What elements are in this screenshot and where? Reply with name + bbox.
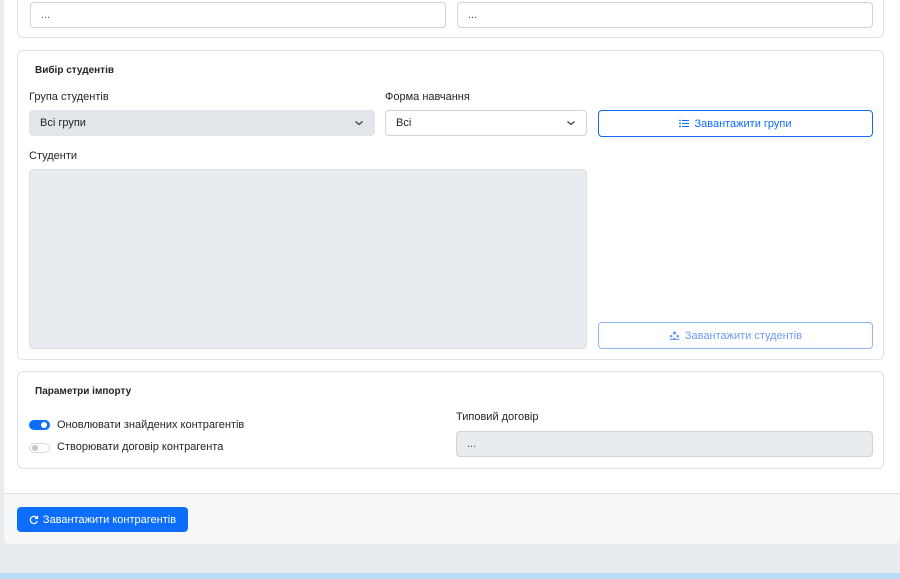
students-selection-section: Вибір студентів Група студентів Всі груп… [17,50,884,360]
standard-contract-field[interactable]: ... [456,431,873,457]
student-group-select[interactable]: Всі групи [29,110,375,136]
students-section-heading: Вибір студентів [35,65,115,76]
student-group-value: Всі групи [40,117,86,129]
import-section-heading: Параметри імпорту [35,386,132,397]
students-listbox[interactable] [29,169,587,349]
standard-contract-label: Типовий договір [456,411,539,423]
study-form-value: Всі [396,117,412,129]
study-form-select[interactable]: Всі [385,110,587,136]
chevron-down-icon [567,121,575,126]
students-label: Студенти [29,150,78,162]
create-contract-label: Створювати договір контрагента [57,441,224,453]
toggle-knob [32,445,38,451]
list-icon [679,119,690,128]
load-contractors-button[interactable]: Завантажити контрагентів [17,507,188,532]
bottom-status-strip [0,573,900,579]
top-section: ... ... [17,0,884,38]
top-left-field[interactable]: ... [30,2,446,28]
import-params-section: Параметри імпорту Оновлювати знайдених к… [17,371,884,469]
toggle-knob [41,422,47,428]
form-footer: Завантажити контрагентів [4,493,900,544]
chevron-down-icon [355,121,363,126]
update-contractors-label: Оновлювати знайдених контрагентів [57,419,245,431]
refresh-icon [29,515,39,524]
study-form-label: Форма навчання [385,91,470,103]
top-right-field[interactable]: ... [457,2,873,28]
update-contractors-toggle[interactable] [29,420,50,430]
load-contractors-label: Завантажити контрагентів [42,513,177,526]
create-contract-toggle[interactable] [29,443,50,453]
load-groups-button[interactable]: Завантажити групи [598,110,873,137]
load-students-label: Завантажити студентів [684,329,803,342]
load-students-button[interactable]: Завантажити студентів [598,322,873,349]
users-icon [668,331,680,340]
import-form-card: ... ... Вибір студентів Група студентів … [4,0,900,544]
load-groups-label: Завантажити групи [694,117,792,130]
student-group-label: Група студентів [29,91,109,103]
